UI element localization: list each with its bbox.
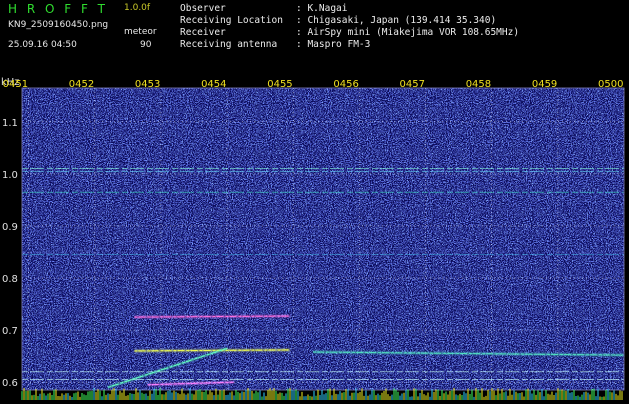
mode-value: 90 — [140, 40, 152, 50]
observer-label: Observer — [180, 3, 226, 14]
antenna-label: Receiving antenna — [180, 39, 278, 50]
receiver-value: : AirSpy mini (Miakejima VOR 108.65MHz) — [296, 27, 520, 38]
app-brand: H R O F F T — [8, 2, 109, 16]
mode-label: meteor — [124, 27, 157, 37]
spectrogram-chart: 1.11.00.90.80.70.6kHz0451 0452 0453 0454 045… — [1, 77, 625, 400]
location-label: Receiving Location — [180, 15, 283, 26]
antenna-value: : Maspro FM-3 — [296, 39, 371, 50]
observer-value: : K.Nagai — [296, 3, 348, 14]
spectrogram-panel: 1.1 1.0 0.9 0.8 0.7 0.6 kHz 0451 0452 0453 0454 045… — [0, 72, 629, 400]
noise-texture-bright — [22, 88, 624, 390]
y-tick-label: 0.6 — [2, 378, 18, 389]
y-tick-label: 0.7 — [2, 326, 18, 337]
y-tick-label: 0.8 — [2, 274, 18, 285]
header-panel: H R O F F T 1.0.0f KN9_2509160450.png me… — [0, 0, 629, 72]
date-time: 25.09.16 04:50 — [8, 40, 77, 50]
y-tick-label: 1.0 — [2, 170, 18, 181]
app-version: 1.0.0f — [124, 3, 151, 13]
receiver-label: Receiver — [180, 27, 226, 38]
location-value: : Chigasaki, Japan (139.414 35.340) — [296, 15, 497, 26]
y-tick-label: 0.9 — [2, 222, 18, 233]
file-name: KN9_2509160450.png — [8, 20, 109, 30]
y-tick-label: 1.1 — [2, 118, 18, 129]
